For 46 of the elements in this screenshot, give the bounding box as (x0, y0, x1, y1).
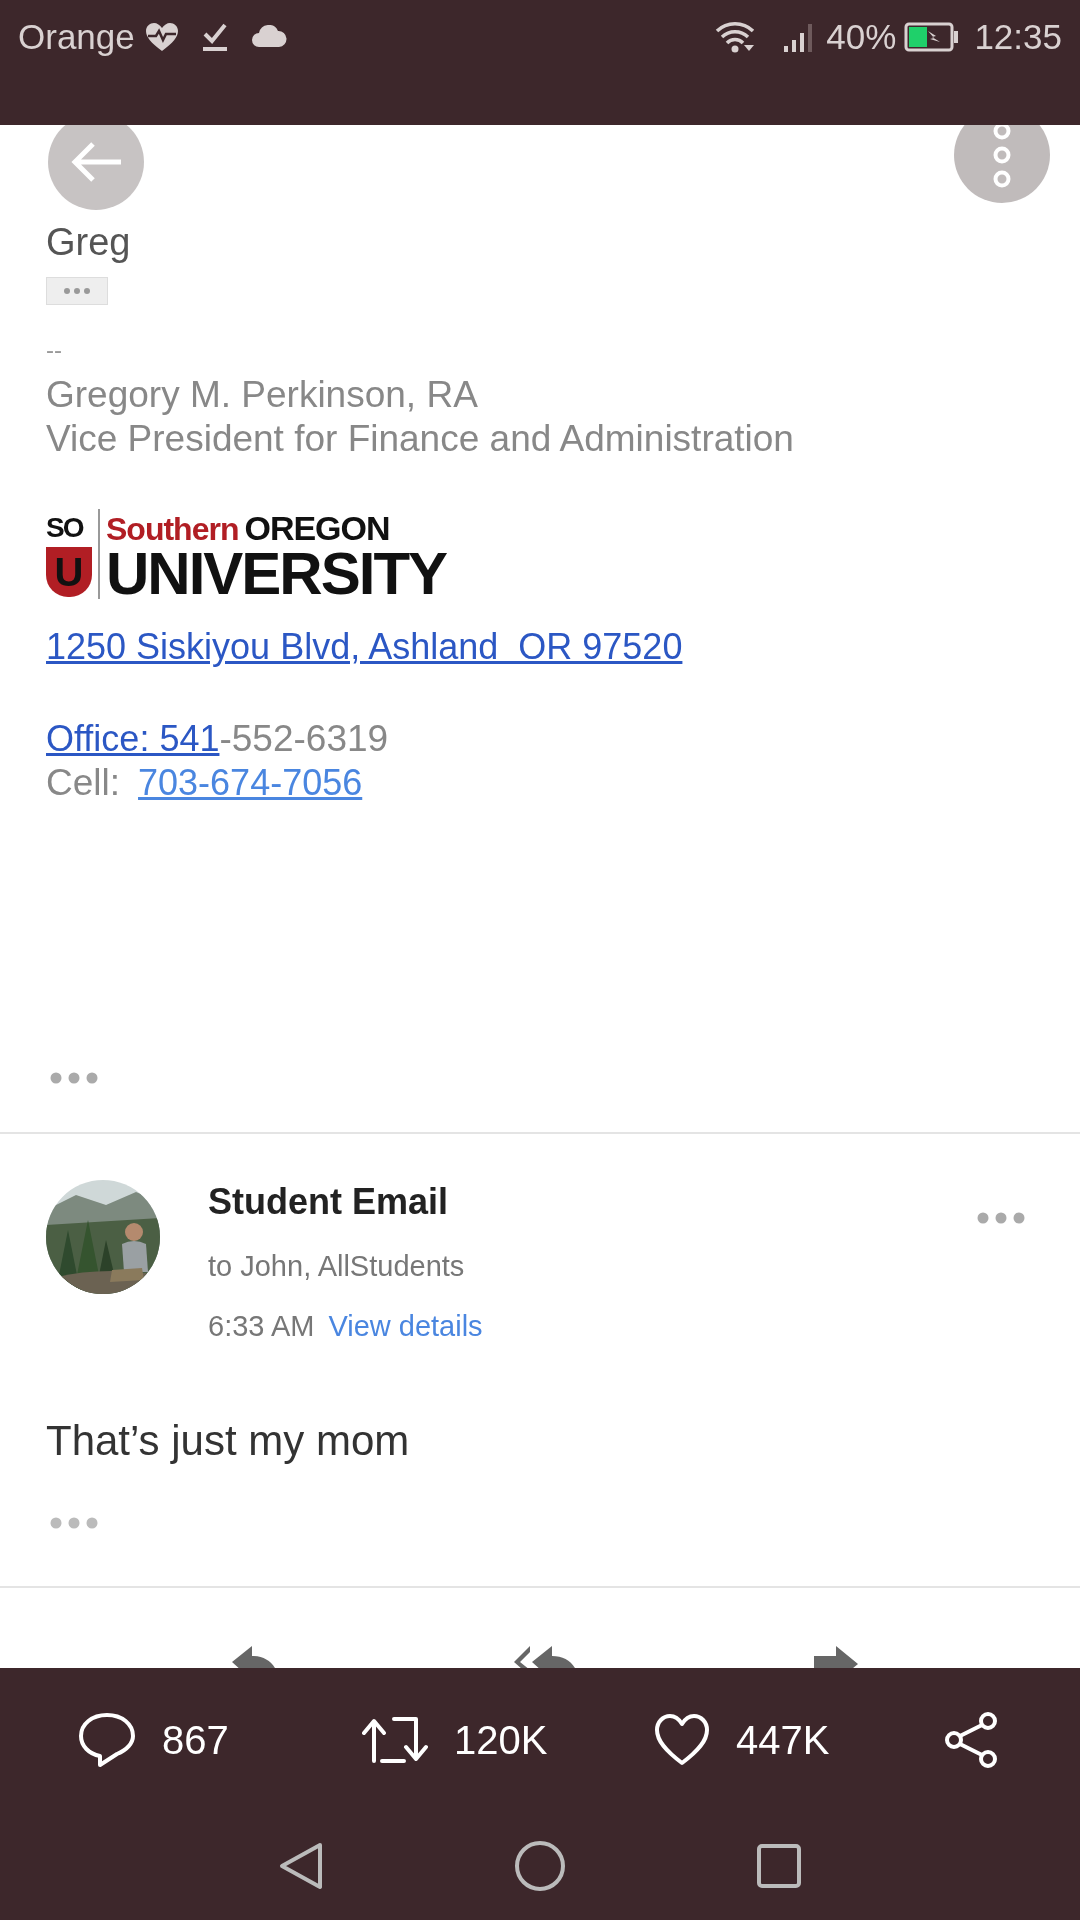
phone-number-text: -552-6319 (219, 717, 389, 761)
retweet-button[interactable] (362, 1715, 428, 1765)
logo-text: U (46, 547, 92, 597)
share-icon (944, 1711, 1000, 1769)
back-arrow-icon (69, 140, 123, 184)
address-link[interactable]: 1250 Siskiyou Blvd, Ashland OR 97520 (46, 625, 683, 669)
like-count: 447K (736, 1717, 830, 1763)
like-button[interactable] (654, 1713, 710, 1767)
battery-percent: 40% (826, 17, 897, 57)
more-vertical-icon (992, 125, 1012, 188)
view-details-link[interactable]: View details (328, 1306, 483, 1346)
battery-icon (904, 22, 961, 52)
recipients-text: to John, AllStudents (208, 1249, 465, 1284)
logo-text: UNIVERSITY (106, 548, 447, 600)
heartbeat-icon (144, 22, 179, 52)
wifi-icon (714, 20, 757, 54)
reply-count: 867 (162, 1717, 229, 1763)
message-body: That’s just my mom (45, 1416, 411, 1466)
logo-text: Southern (106, 510, 239, 548)
share-button[interactable] (944, 1711, 1000, 1769)
more-dots-icon[interactable] (50, 1072, 98, 1084)
logo-text: SO (46, 511, 84, 545)
signature-separator: -- (46, 336, 62, 364)
office-phone-link[interactable]: Office: 541 (46, 717, 220, 761)
cell-label: Cell: (46, 761, 121, 805)
signature-title: Vice President for Finance and Administration (46, 417, 794, 461)
cloud-icon (250, 25, 287, 49)
retweet-count: 120K (454, 1717, 548, 1763)
carrier-name: Orange (18, 17, 135, 57)
ellipsis-icon (62, 287, 92, 295)
greeting-text: Greg (46, 220, 131, 265)
heart-icon (654, 1713, 710, 1767)
back-nav-button[interactable] (278, 1841, 324, 1891)
comment-icon (78, 1712, 136, 1768)
checkmark-icon (200, 22, 229, 52)
clock-time: 12:35 (974, 17, 1062, 57)
sender-name: Student Email (208, 1180, 449, 1224)
signature-name: Gregory M. Perkinson, RA (46, 373, 478, 417)
reply-button[interactable] (78, 1712, 136, 1768)
home-nav-button[interactable] (514, 1840, 566, 1892)
more-dots-icon[interactable] (50, 1517, 98, 1529)
recents-nav-button[interactable] (756, 1843, 802, 1889)
message-time: 6:33 AM (208, 1309, 315, 1344)
cell-phone-link[interactable]: 703-674-7056 (138, 761, 363, 805)
retweet-icon (362, 1715, 428, 1765)
logo-text: OREGON (244, 509, 390, 547)
